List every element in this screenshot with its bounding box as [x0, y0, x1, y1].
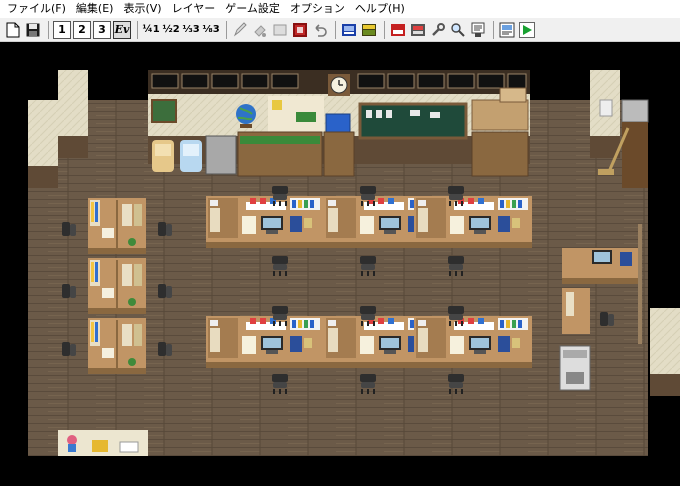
blackboard — [358, 102, 468, 140]
undo-icon[interactable] — [311, 21, 329, 39]
menu-bar: ファイル(F) 編集(E) 表示(V) レイヤー ゲーム設定 オプション ヘルプ… — [0, 0, 680, 18]
menu-layer[interactable]: レイヤー — [169, 0, 223, 18]
toolbar: 1 2 3 Ev ¼1 ½2 ⅓3 ⅛3 — [0, 18, 680, 42]
pencil-icon[interactable] — [231, 21, 249, 39]
wall-clock-icon — [328, 74, 350, 96]
storage-box-top — [499, 87, 527, 103]
material-base-icon[interactable] — [409, 21, 427, 39]
shelf-item — [296, 112, 316, 122]
low-cabinet — [471, 131, 529, 177]
drawer-unit — [323, 131, 355, 177]
layer-2-button[interactable]: 2 — [73, 20, 91, 39]
menu-options[interactable]: オプション — [287, 0, 352, 18]
right-side-wall-base — [650, 374, 680, 396]
light-switch-icon — [599, 99, 613, 117]
playtest-icon[interactable] — [518, 21, 536, 39]
menu-file[interactable]: ファイル(F) — [4, 0, 73, 18]
left-side-wall-base — [28, 166, 58, 188]
layer-3-button[interactable]: 3 — [93, 20, 111, 39]
storage-boxes — [471, 99, 529, 131]
toolbar-separator — [226, 20, 227, 39]
zoom-4-button[interactable]: ⅛3 — [202, 21, 220, 39]
copy-machine — [559, 345, 591, 391]
left-pillar-base — [58, 136, 88, 158]
sound-test-icon[interactable] — [389, 21, 407, 39]
left-side-wall — [28, 100, 58, 166]
water-cooler-right — [180, 140, 202, 172]
toolbar-separator — [384, 20, 385, 39]
database-icon[interactable] — [291, 21, 309, 39]
wrench-icon[interactable] — [429, 21, 447, 39]
toolbar-separator — [48, 20, 49, 39]
layer-1-button[interactable]: 1 — [53, 20, 71, 39]
map-canvas[interactable] — [0, 42, 680, 486]
event-layer-button[interactable]: Ev — [113, 20, 131, 39]
script-editor-icon[interactable] — [469, 21, 487, 39]
notice-board — [151, 99, 177, 123]
zoom-1-button[interactable]: ¼1 — [142, 21, 160, 39]
resource-manager-icon[interactable] — [498, 21, 516, 39]
left-pillar-wall — [58, 70, 88, 136]
menu-view[interactable]: 表示(V) — [120, 0, 168, 18]
fill-icon[interactable] — [251, 21, 269, 39]
tileset-icon[interactable] — [360, 21, 378, 39]
filing-cabinet — [205, 135, 237, 175]
menu-edit[interactable]: 編集(E) — [73, 0, 121, 18]
toolbar-separator — [493, 20, 494, 39]
toolbar-separator — [137, 20, 138, 39]
zoom-3-button[interactable]: ⅓3 — [182, 21, 200, 39]
toolbar-separator — [335, 20, 336, 39]
shelf-item — [272, 100, 282, 110]
booth-column — [88, 198, 146, 374]
manager-chair — [600, 312, 614, 326]
save-icon[interactable] — [24, 21, 42, 39]
menu-game-settings[interactable]: ゲーム設定 — [222, 0, 287, 18]
office-map — [0, 42, 680, 486]
search-icon[interactable] — [449, 21, 467, 39]
menu-help[interactable]: ヘルプ(H) — [352, 0, 412, 18]
water-cooler-left — [152, 140, 174, 172]
rectangle-icon[interactable] — [271, 21, 289, 39]
bookshelf-row — [240, 136, 320, 144]
zoom-2-button[interactable]: ½2 — [162, 21, 180, 39]
map-settings-icon[interactable] — [340, 21, 358, 39]
new-file-icon[interactable] — [4, 21, 22, 39]
blue-crate — [325, 113, 351, 133]
right-side-wall — [650, 308, 680, 374]
